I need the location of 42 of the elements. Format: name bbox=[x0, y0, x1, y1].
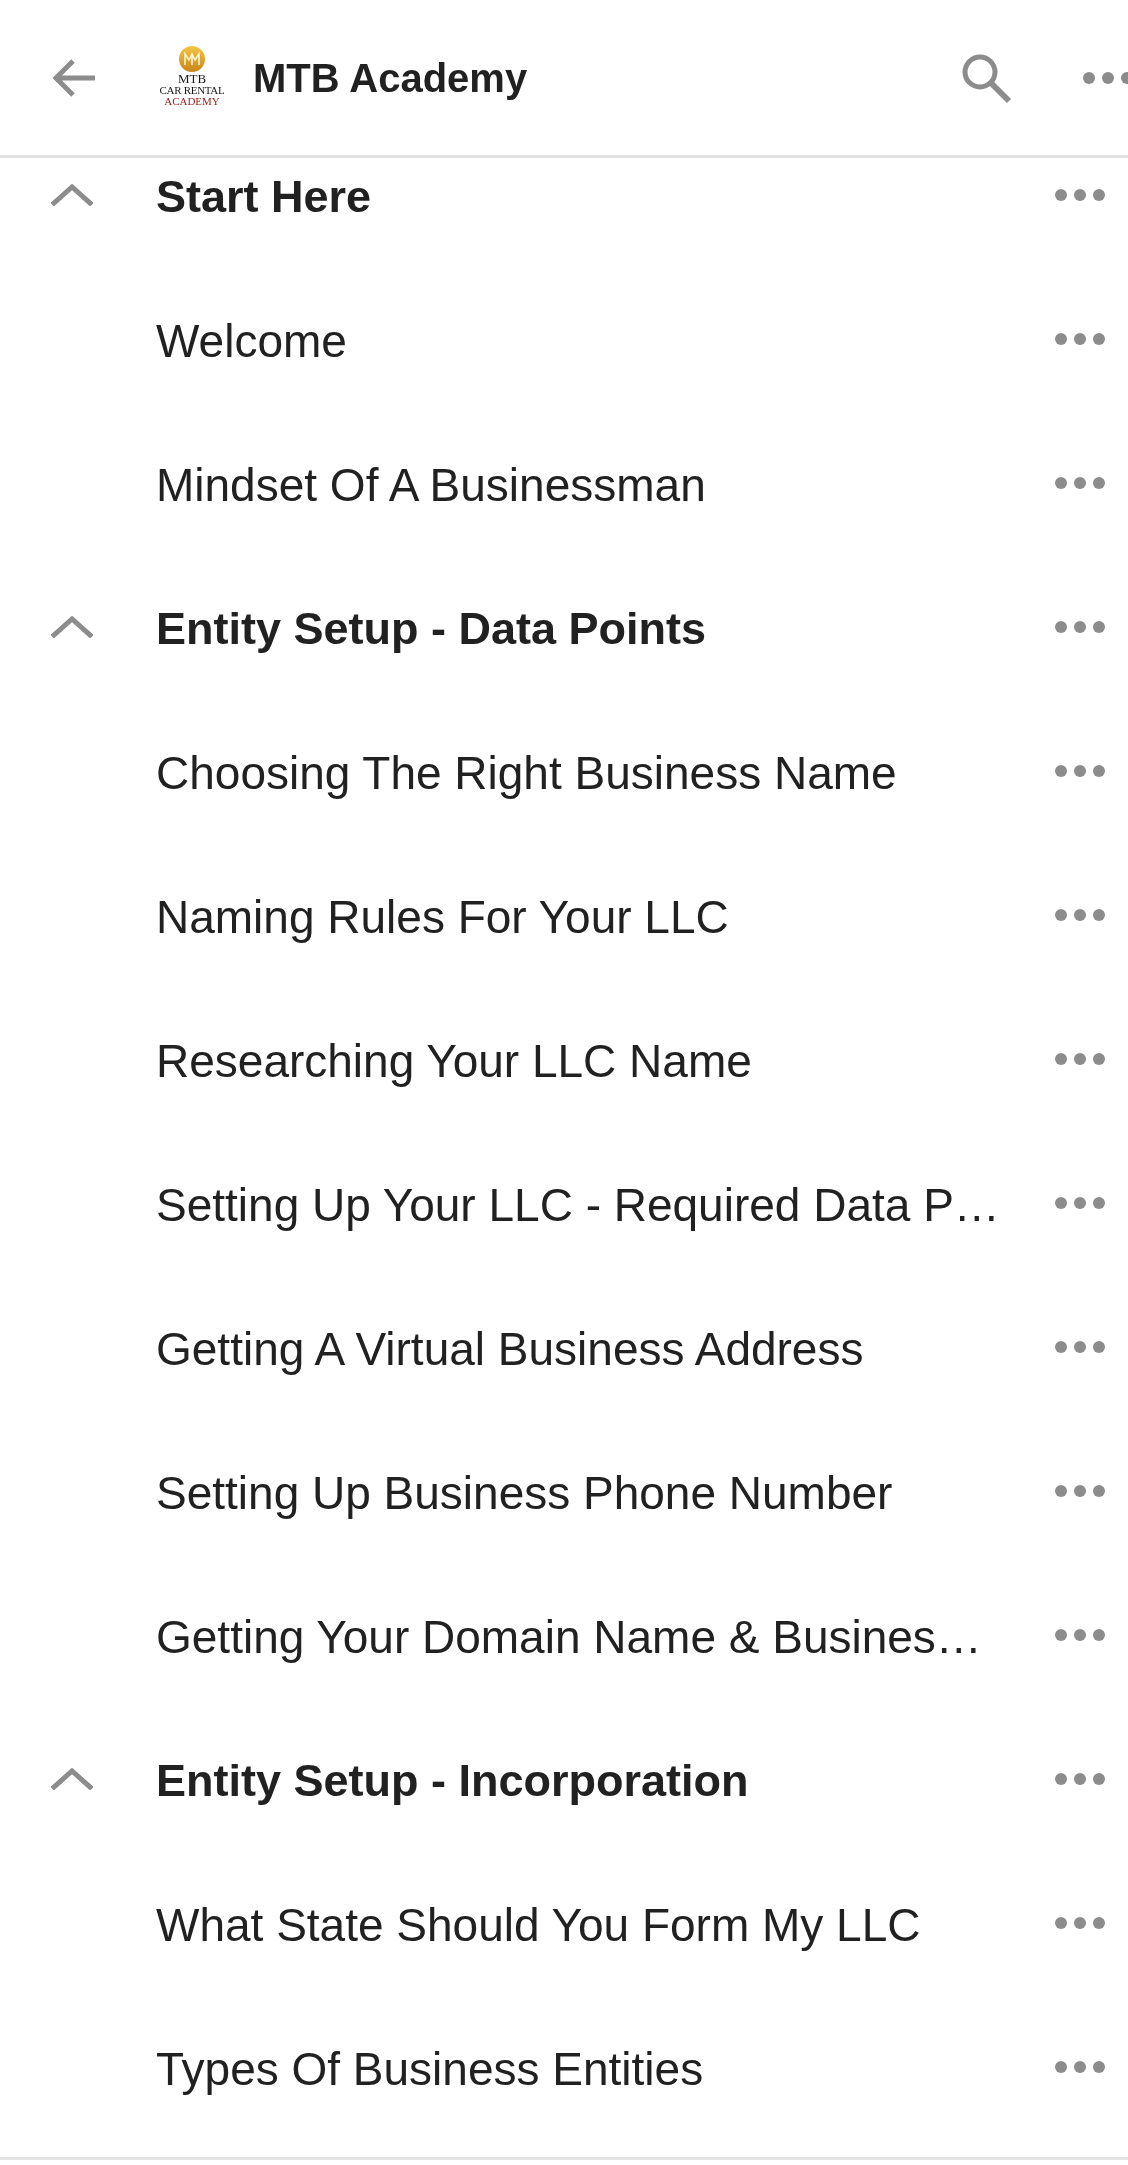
emblem-icon bbox=[178, 44, 206, 73]
lesson-title[interactable]: Setting Up Business Phone Number bbox=[156, 1454, 1047, 1528]
section-title[interactable]: Entity Setup - Incorporation bbox=[156, 1743, 1047, 1815]
more-options-icon bbox=[1055, 909, 1105, 921]
more-options-icon bbox=[1055, 333, 1105, 345]
lesson-title[interactable]: Welcome bbox=[156, 302, 1047, 376]
logo-text: ACADEMY bbox=[164, 95, 220, 107]
collapse-button[interactable] bbox=[51, 616, 93, 638]
more-options-icon bbox=[1055, 2061, 1105, 2073]
section-title[interactable]: Start Here bbox=[156, 159, 1047, 231]
chevron-up-icon bbox=[51, 1768, 93, 1790]
more-options-icon bbox=[1055, 621, 1105, 633]
chevron-up-icon bbox=[51, 616, 93, 638]
lesson-title[interactable]: Setting Up Your LLC - Required Data P… bbox=[156, 1166, 1047, 1240]
more-options-icon bbox=[1055, 477, 1105, 489]
lesson-title[interactable]: Choosing The Right Business Name bbox=[156, 734, 1047, 808]
chevron-up-icon bbox=[51, 184, 93, 206]
lesson-title[interactable]: Getting A Virtual Business Address bbox=[156, 1310, 1047, 1384]
collapse-button[interactable] bbox=[51, 1768, 93, 1790]
more-options-icon bbox=[1055, 765, 1105, 777]
more-options-icon bbox=[1055, 1053, 1105, 1065]
more-options-icon bbox=[1055, 1917, 1105, 1929]
collapse-button[interactable] bbox=[51, 184, 93, 206]
course-title: MTB Academy bbox=[253, 54, 529, 102]
more-options-icon bbox=[1055, 1341, 1105, 1353]
lesson-title[interactable]: Naming Rules For Your LLC bbox=[156, 878, 1047, 952]
more-options-icon bbox=[1055, 189, 1105, 201]
more-options-icon bbox=[1083, 71, 1128, 84]
section-title[interactable]: Entity Setup - Data Points bbox=[156, 591, 1047, 663]
lesson-title[interactable]: Types Of Business Entities bbox=[156, 2030, 1047, 2104]
lesson-title[interactable]: Getting Your Domain Name & Busines… bbox=[156, 1598, 1047, 1672]
lesson-title[interactable]: What State Should You Form My LLC bbox=[156, 1886, 1047, 1960]
more-options-icon bbox=[1055, 1485, 1105, 1497]
logo-text: MTB bbox=[177, 72, 207, 85]
lesson-title[interactable]: Researching Your LLC Name bbox=[156, 1022, 1047, 1096]
more-options-icon bbox=[1055, 1197, 1105, 1209]
more-options-icon bbox=[1055, 1773, 1105, 1785]
back-button[interactable] bbox=[51, 57, 97, 98]
back-arrow-icon bbox=[51, 57, 97, 98]
more-options-icon bbox=[1055, 1629, 1105, 1641]
logo-text: CAR RENTAL bbox=[159, 84, 225, 96]
lesson-title[interactable]: Mindset Of A Businessman bbox=[156, 446, 1047, 520]
